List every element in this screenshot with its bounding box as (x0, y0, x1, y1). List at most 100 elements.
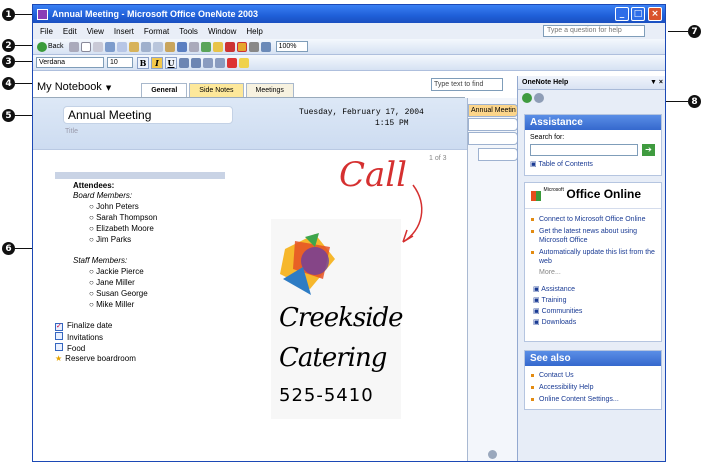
ink-phone: 525-5410 (279, 385, 374, 406)
back-icon[interactable] (522, 93, 532, 103)
see-also-link[interactable]: Accessibility Help (525, 383, 661, 392)
back-icon[interactable] (37, 41, 47, 52)
office-online-section: Microsoft Office Online Connect to Micro… (524, 182, 662, 342)
tab-meetings[interactable]: Meetings (245, 83, 294, 97)
notebook-bar: My Notebook ▼ General Side Notes Meeting… (33, 76, 465, 98)
see-also-link[interactable]: Contact Us (525, 371, 661, 380)
online-link[interactable]: Connect to Microsoft Office Online (525, 215, 661, 224)
menu-tools[interactable]: Tools (174, 27, 203, 36)
back-button[interactable]: Back (48, 43, 64, 50)
checkbox-checked-icon[interactable]: ✓ (55, 323, 63, 331)
print-icon[interactable] (92, 41, 103, 52)
close-button[interactable]: × (648, 7, 662, 21)
task-item[interactable]: Invitations (55, 332, 103, 343)
new-page-icon[interactable] (80, 41, 91, 52)
selection-tool-icon[interactable] (236, 41, 247, 52)
bullets-icon[interactable] (179, 57, 189, 68)
search-icon[interactable] (116, 41, 127, 52)
table-of-contents-link[interactable]: ▣ Table of Contents (530, 160, 593, 168)
catering-logo (280, 233, 335, 295)
tab-side-notes[interactable]: Side Notes (189, 83, 244, 97)
menu-bar: File Edit View Insert Format Tools Windo… (33, 23, 665, 39)
board-member: ○ Sarah Thompson (89, 213, 158, 222)
type-selection-icon[interactable] (260, 41, 271, 52)
font-select[interactable]: Verdana (36, 57, 104, 68)
chevron-down-icon[interactable]: ▼ (106, 84, 111, 92)
minimize-button[interactable]: _ (615, 7, 629, 21)
menu-file[interactable]: File (35, 27, 58, 36)
page-indicator: 1 of 3 (429, 155, 447, 162)
undo-icon[interactable] (176, 41, 187, 52)
italic-button[interactable]: I (151, 56, 163, 69)
menu-edit[interactable]: Edit (58, 27, 82, 36)
checkbox-icon[interactable] (55, 343, 63, 351)
task-item[interactable]: ★ Reserve boardroom (55, 354, 136, 364)
page-tab-annual-meeting[interactable]: Annual Meetin (468, 104, 518, 117)
note-container-handle[interactable] (55, 172, 225, 179)
menu-insert[interactable]: Insert (109, 27, 139, 36)
font-color-icon[interactable] (227, 57, 237, 68)
maximize-button[interactable]: □ (631, 7, 645, 21)
menu-window[interactable]: Window (203, 27, 241, 36)
menu-format[interactable]: Format (139, 27, 174, 36)
page-date: Tuesday, February 17, 2004 (299, 108, 424, 117)
task-item[interactable]: Food (55, 343, 85, 354)
new-page-tab[interactable] (478, 148, 518, 161)
tab-general[interactable]: General (141, 83, 188, 97)
online-link[interactable]: Automatically update this list from the … (525, 248, 661, 266)
task-pane-header: OneNote Help ▼ × (518, 76, 665, 90)
note-flag-icon[interactable] (200, 41, 211, 52)
more-link[interactable]: More... (525, 269, 661, 276)
pen-icon[interactable] (224, 41, 235, 52)
highlighter-icon[interactable] (212, 41, 223, 52)
resource-link[interactable]: ▣ Communities (525, 306, 661, 317)
decrease-indent-icon[interactable] (203, 57, 213, 68)
eraser-icon[interactable] (248, 41, 259, 52)
redo-icon[interactable] (188, 41, 199, 52)
scroll-button[interactable] (488, 450, 497, 459)
close-icon[interactable]: ▼ × (650, 79, 663, 86)
callout-7: 7 (688, 25, 701, 38)
forward-icon[interactable] (534, 93, 544, 103)
ink-catering: Catering (279, 343, 387, 373)
underline-button[interactable]: U (165, 56, 177, 69)
increase-indent-icon[interactable] (215, 57, 225, 68)
resource-link[interactable]: ▣ Training (525, 295, 661, 306)
resource-link[interactable]: ▣ Assistance (525, 284, 661, 295)
staff-member: ○ Mike Miller (89, 300, 135, 309)
zoom-select[interactable]: 100% (275, 41, 308, 52)
online-link[interactable]: Get the latest news about using Microsof… (525, 227, 661, 245)
callout-4: 4 (2, 77, 15, 90)
checkbox-icon[interactable] (55, 332, 63, 340)
board-label: Board Members: (73, 191, 133, 200)
paste-icon[interactable] (164, 41, 175, 52)
bold-button[interactable]: B (137, 56, 149, 69)
page-tab[interactable] (468, 118, 518, 131)
see-also-link[interactable]: Online Content Settings... (525, 395, 661, 404)
page-tab[interactable] (468, 132, 518, 145)
search-input[interactable] (530, 144, 638, 156)
numbering-icon[interactable] (191, 57, 201, 68)
task-item[interactable]: ✓ Finalize date (55, 321, 112, 331)
help-question-input[interactable]: Type a question for help (543, 25, 645, 37)
menu-view[interactable]: View (82, 27, 109, 36)
highlight-color-icon[interactable] (239, 57, 249, 68)
search-go-button[interactable]: ➔ (642, 144, 655, 156)
menu-help[interactable]: Help (241, 27, 267, 36)
callout-2: 2 (2, 39, 15, 52)
callout-6: 6 (2, 242, 15, 255)
copy-icon[interactable] (152, 41, 163, 52)
forward-icon[interactable] (68, 41, 79, 52)
page-title[interactable]: Annual Meeting (63, 106, 233, 124)
onenote-window: Annual Meeting - Microsoft Office OneNot… (32, 4, 666, 462)
cut-icon[interactable] (140, 41, 151, 52)
notebook-name[interactable]: My Notebook (33, 81, 106, 97)
research-icon[interactable] (128, 41, 139, 52)
find-input[interactable]: Type text to find (431, 78, 503, 91)
office-online-logo[interactable]: Microsoft Office Online (525, 183, 661, 209)
save-icon[interactable] (104, 41, 115, 52)
resource-link[interactable]: ▣ Downloads (525, 317, 661, 328)
staff-member: ○ Jackie Pierce (89, 267, 144, 276)
font-size-select[interactable]: 10 (107, 57, 133, 68)
catering-card[interactable]: Creekside Catering 525-5410 (271, 219, 404, 419)
